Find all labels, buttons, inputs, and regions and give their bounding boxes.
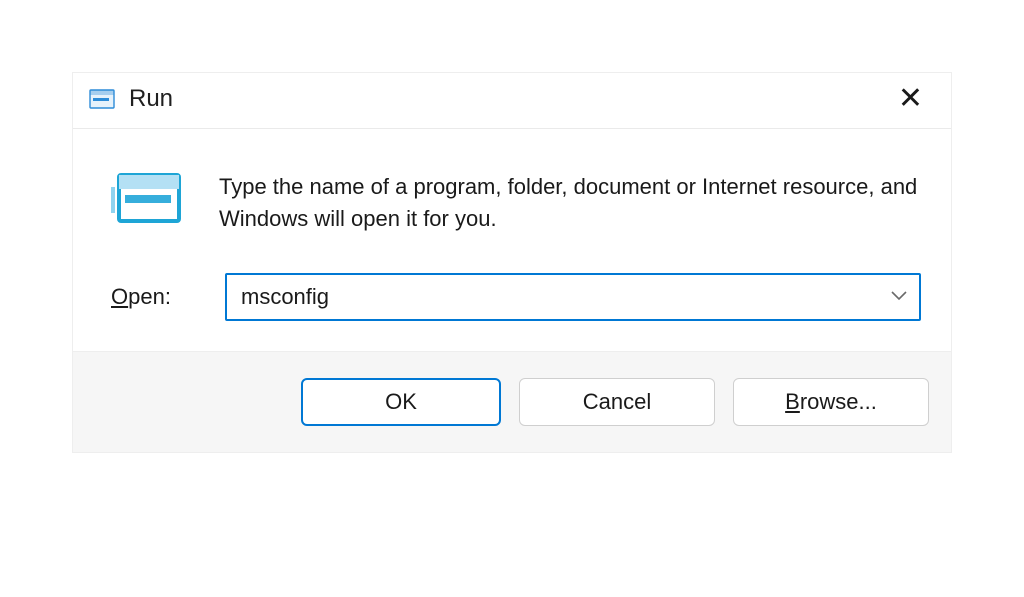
button-bar: OK Cancel Browse... xyxy=(73,351,951,452)
dialog-title: Run xyxy=(129,85,173,113)
run-title-icon xyxy=(89,89,115,109)
input-row: Open: xyxy=(97,273,931,321)
dialog-description: Type the name of a program, folder, docu… xyxy=(219,169,931,235)
open-combobox[interactable] xyxy=(225,273,921,321)
titlebar-left: Run xyxy=(89,85,173,113)
run-icon xyxy=(111,169,183,227)
open-input[interactable] xyxy=(225,273,921,321)
cancel-button[interactable]: Cancel xyxy=(519,378,715,426)
dialog-content: Type the name of a program, folder, docu… xyxy=(73,129,951,351)
ok-button[interactable]: OK xyxy=(301,378,501,426)
browse-button[interactable]: Browse... xyxy=(733,378,929,426)
open-label: Open: xyxy=(111,284,201,310)
titlebar: Run ✕ xyxy=(73,73,951,129)
description-row: Type the name of a program, folder, docu… xyxy=(97,169,931,235)
run-dialog: Run ✕ Type the name of a program, folder… xyxy=(72,72,952,453)
close-button[interactable]: ✕ xyxy=(890,81,931,116)
